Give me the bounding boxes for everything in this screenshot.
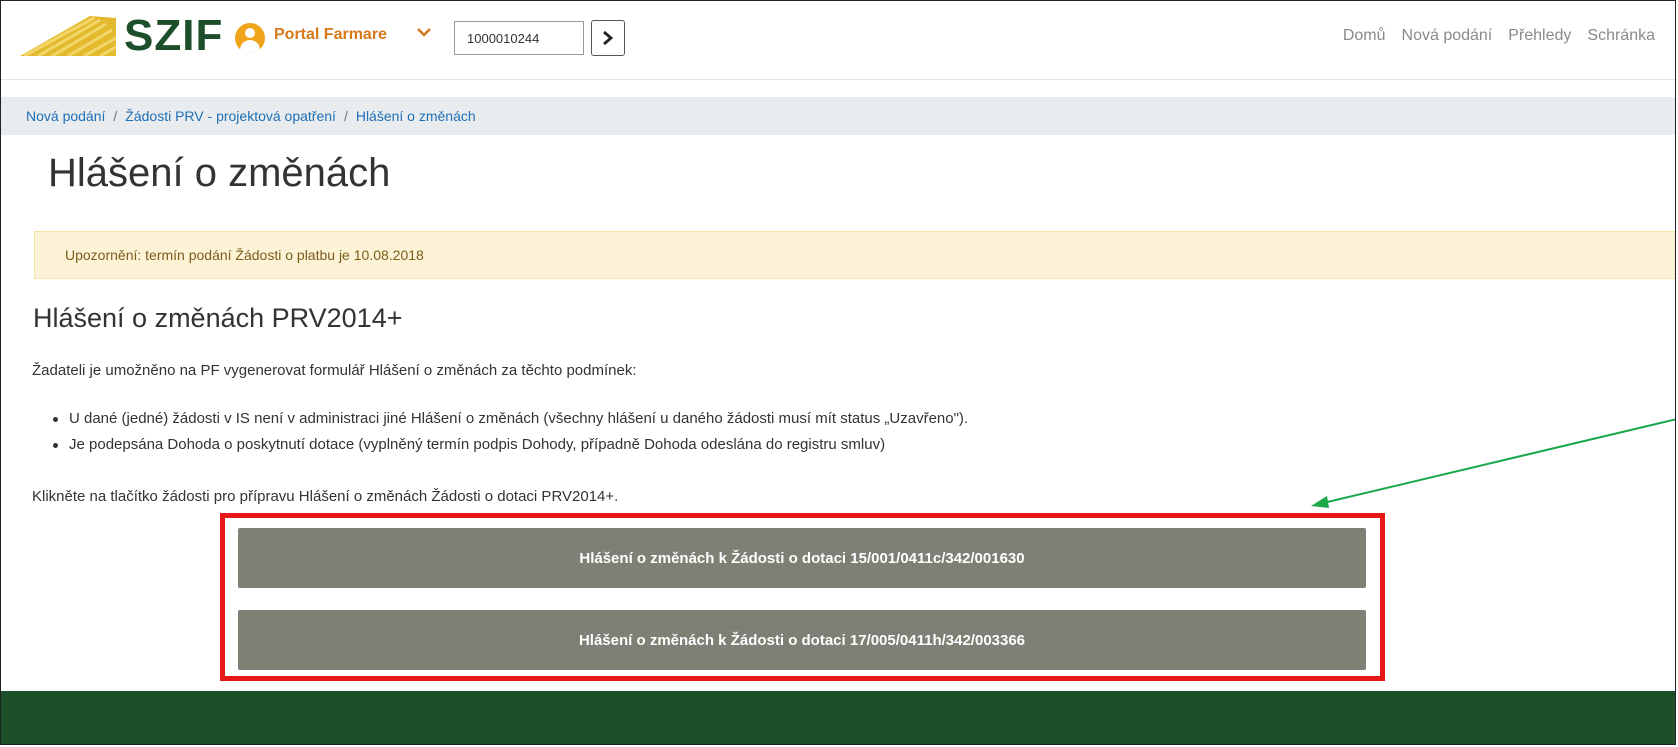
top-bar: SZIF Portal Farmare Domů Nová podání Pře… bbox=[1, 1, 1675, 80]
change-report-button-1[interactable]: Hlášení o změnách k Žádosti o dotaci 15/… bbox=[238, 528, 1366, 588]
client-id-input[interactable] bbox=[454, 21, 584, 55]
nav-domu[interactable]: Domů bbox=[1343, 27, 1386, 45]
page-frame: SZIF Portal Farmare Domů Nová podání Pře… bbox=[0, 0, 1676, 745]
user-icon[interactable] bbox=[235, 23, 265, 53]
portal-menu-label[interactable]: Portal Farmare bbox=[274, 26, 387, 44]
breadcrumb-item-zadosti-prv[interactable]: Žádosti PRV - projektová opatření bbox=[125, 108, 336, 124]
breadcrumb-item-nova-podani[interactable]: Nová podání bbox=[26, 108, 105, 124]
intro-text: Žadateli je umožněno na PF vygenerovat f… bbox=[32, 362, 637, 379]
footer-bar bbox=[1, 691, 1675, 744]
page-title: Hlášení o změnách bbox=[48, 151, 391, 195]
logo-text: SZIF bbox=[124, 11, 224, 60]
go-button[interactable] bbox=[591, 20, 625, 56]
change-report-button-2[interactable]: Hlášení o změnách k Žádosti o dotaci 17/… bbox=[238, 610, 1366, 670]
nav-schranka[interactable]: Schránka bbox=[1587, 27, 1655, 45]
alert-text: Upozornění: termín podání Žádosti o plat… bbox=[65, 247, 424, 263]
list-item: Je podepsána Dohoda o poskytnutí dotace … bbox=[53, 436, 968, 453]
deadline-alert: Upozornění: termín podání Žádosti o plat… bbox=[34, 231, 1675, 279]
conditions-list: U dané (jedné) žádosti v IS není v admin… bbox=[53, 410, 968, 462]
breadcrumb-separator: / bbox=[113, 108, 118, 124]
field-logo-icon bbox=[20, 16, 116, 56]
top-navigation: Domů Nová podání Přehledy Schránka bbox=[1343, 27, 1655, 45]
nav-nova-podani[interactable]: Nová podání bbox=[1402, 27, 1493, 45]
breadcrumb-item-hlaseni[interactable]: Hlášení o změnách bbox=[356, 108, 476, 124]
breadcrumb: Nová podání / Žádosti PRV - projektová o… bbox=[1, 97, 1675, 135]
instruction-text: Klikněte na tlačítko žádosti pro příprav… bbox=[32, 488, 619, 505]
chevron-down-icon[interactable] bbox=[417, 24, 431, 40]
nav-prehledy[interactable]: Přehledy bbox=[1508, 27, 1571, 45]
section-title: Hlášení o změnách PRV2014+ bbox=[33, 303, 403, 333]
chevron-right-icon bbox=[603, 30, 614, 46]
list-item: U dané (jedné) žádosti v IS není v admin… bbox=[53, 410, 968, 427]
breadcrumb-separator: / bbox=[343, 108, 348, 124]
szif-logo[interactable]: SZIF bbox=[20, 11, 223, 61]
